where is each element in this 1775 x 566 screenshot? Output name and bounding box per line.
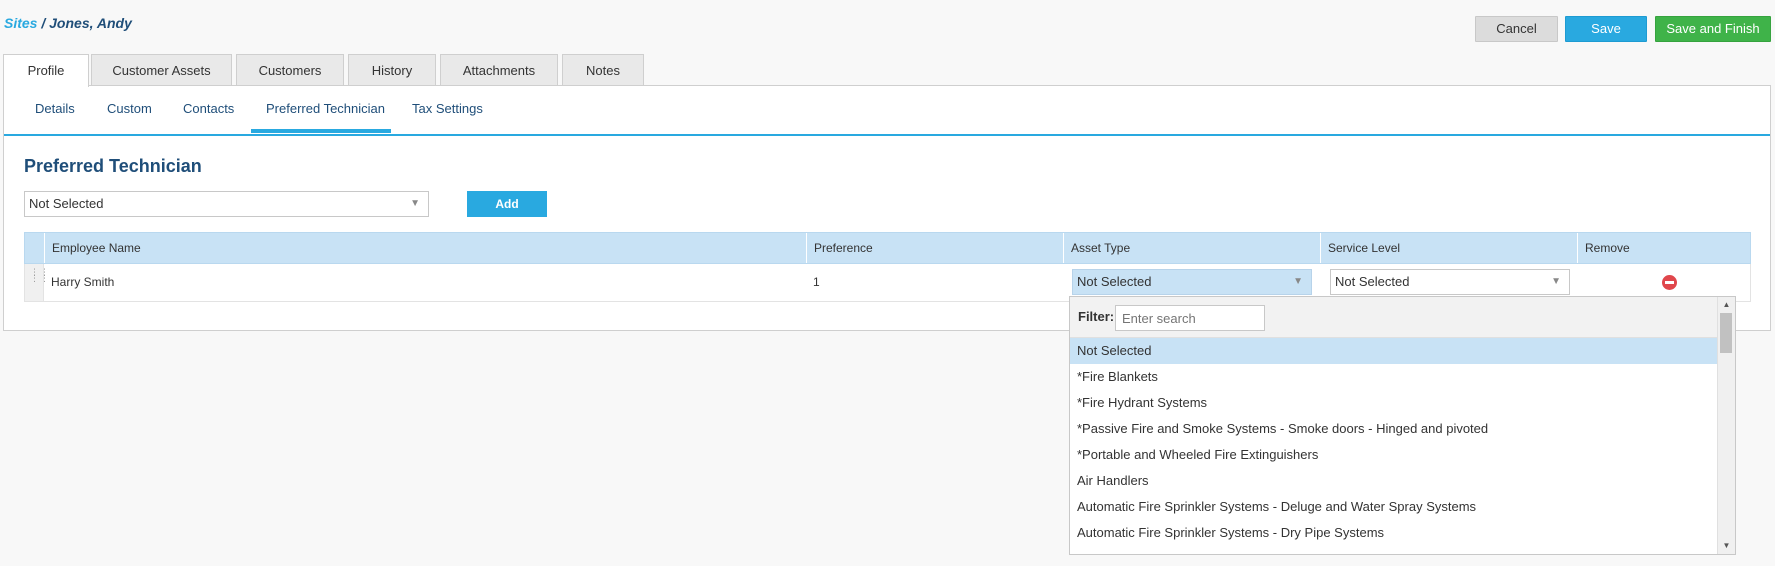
scroll-up-icon[interactable]: ▲ xyxy=(1718,297,1735,313)
chevron-down-icon: ▼ xyxy=(410,198,420,209)
dropdown-option[interactable]: *Portable and Wheeled Fire Extinguishers xyxy=(1070,442,1718,468)
tab-notes[interactable]: Notes xyxy=(562,54,644,86)
subtab-custom[interactable]: Custom xyxy=(107,86,152,132)
sub-navigation: Details Custom Contacts Preferred Techni… xyxy=(4,86,1770,136)
active-subtab-indicator xyxy=(251,129,391,133)
main-panel: Details Custom Contacts Preferred Techni… xyxy=(3,85,1771,331)
remove-icon[interactable] xyxy=(1662,275,1677,290)
breadcrumb-separator: / xyxy=(37,15,50,31)
tab-profile[interactable]: Profile xyxy=(3,54,89,87)
subtab-preferred-technician[interactable]: Preferred Technician xyxy=(266,86,385,132)
drag-handle-icon[interactable]: ⋮⋮ ⋮⋮ xyxy=(25,264,49,301)
chevron-down-icon: ▼ xyxy=(1551,276,1561,287)
grid-header: Employee Name Preference Asset Type Serv… xyxy=(24,232,1751,264)
filter-label: Filter: xyxy=(1078,309,1115,324)
tab-attachments[interactable]: Attachments xyxy=(440,54,558,86)
dropdown-option[interactable]: Automatic Fire Sprinkler Systems - Dry P… xyxy=(1070,520,1718,546)
asset-type-select[interactable]: Not Selected ▼ xyxy=(1072,269,1312,295)
column-header-preference[interactable]: Preference xyxy=(806,233,1063,263)
filter-search-input[interactable] xyxy=(1115,305,1265,331)
scrollbar-thumb[interactable] xyxy=(1720,313,1732,353)
cancel-button[interactable]: Cancel xyxy=(1475,16,1558,42)
technician-select[interactable]: Not Selected ▼ xyxy=(24,191,429,217)
dropdown-option[interactable]: *Fire Hydrant Systems xyxy=(1070,390,1718,416)
service-level-select[interactable]: Not Selected ▼ xyxy=(1330,269,1570,295)
subtab-tax-settings[interactable]: Tax Settings xyxy=(412,86,483,132)
breadcrumb-current: Jones, Andy xyxy=(49,15,132,31)
dropdown-option[interactable]: *Passive Fire and Smoke Systems - Smoke … xyxy=(1070,416,1718,442)
dropdown-scrollbar[interactable]: ▲ ▼ xyxy=(1717,297,1735,554)
section-title: Preferred Technician xyxy=(24,156,202,176)
subtab-contacts[interactable]: Contacts xyxy=(183,86,234,132)
column-header-asset-type[interactable]: Asset Type xyxy=(1063,233,1320,263)
technician-select-value: Not Selected xyxy=(29,196,104,211)
add-button[interactable]: Add xyxy=(467,191,547,217)
save-button[interactable]: Save xyxy=(1565,16,1647,42)
service-level-select-value: Not Selected xyxy=(1335,274,1410,289)
tab-customer-assets[interactable]: Customer Assets xyxy=(91,54,232,86)
subtab-details[interactable]: Details xyxy=(35,86,75,132)
cell-employee-name: Harry Smith xyxy=(51,275,115,289)
dropdown-option[interactable]: Air Handlers xyxy=(1070,468,1718,494)
cell-preference: 1 xyxy=(813,275,820,289)
save-and-finish-button[interactable]: Save and Finish xyxy=(1655,16,1771,42)
asset-type-select-value: Not Selected xyxy=(1077,274,1152,289)
asset-type-dropdown: Filter: Not Selected *Fire Blankets *Fir… xyxy=(1069,296,1736,555)
scroll-down-icon[interactable]: ▼ xyxy=(1718,538,1735,554)
tab-customers[interactable]: Customers xyxy=(236,54,344,86)
dropdown-option-list: Not Selected *Fire Blankets *Fire Hydran… xyxy=(1070,338,1718,546)
tab-history[interactable]: History xyxy=(348,54,436,86)
chevron-down-icon: ▼ xyxy=(1293,276,1303,287)
filter-bar: Filter: xyxy=(1070,297,1718,338)
dropdown-option[interactable]: *Fire Blankets xyxy=(1070,364,1718,390)
dropdown-option[interactable]: Automatic Fire Sprinkler Systems - Delug… xyxy=(1070,494,1718,520)
breadcrumb-link-sites[interactable]: Sites xyxy=(4,15,37,31)
breadcrumb: Sites / Jones, Andy xyxy=(4,15,132,31)
column-header-service-level[interactable]: Service Level xyxy=(1320,233,1577,263)
column-header-employee-name[interactable]: Employee Name xyxy=(44,233,806,263)
dropdown-option[interactable]: Not Selected xyxy=(1070,338,1718,364)
column-header-remove: Remove xyxy=(1577,233,1750,263)
